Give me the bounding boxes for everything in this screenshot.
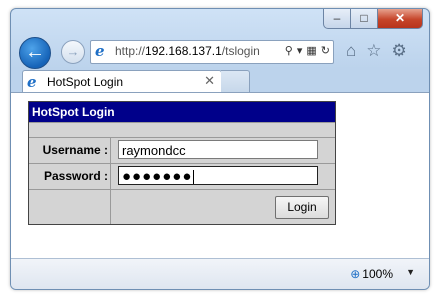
gear-icon[interactable]: ⚙ <box>392 41 407 61</box>
favorites-icon[interactable]: ☆ <box>366 41 381 61</box>
password-mask: ●●●●●●● <box>122 168 193 185</box>
maximize-button[interactable]: □ <box>350 9 378 29</box>
forward-arrow-icon: → <box>66 44 80 59</box>
caption-buttons: – □ ✕ <box>323 9 423 29</box>
empty-label-cell <box>29 190 111 224</box>
zoom-icon: ⊕ <box>350 267 361 281</box>
tab-strip: e HotSpot Login ✕ <box>11 70 429 93</box>
chevron-down-icon[interactable]: ▼ <box>406 267 415 277</box>
status-bar: ⊕ 100% ▼ <box>11 258 429 289</box>
home-icon[interactable]: ⌂ <box>346 41 356 61</box>
back-arrow-icon: ← <box>25 41 45 63</box>
minimize-button[interactable]: – <box>323 9 351 29</box>
browser-window: – □ ✕ ← → e http://192.168.137.1/tslogin… <box>10 8 430 290</box>
zoom-level: 100% <box>362 267 393 281</box>
refresh-icon[interactable]: ↻ <box>321 44 330 57</box>
url-path: /tslogin <box>221 44 260 58</box>
url-host: 192.168.137.1 <box>145 44 222 58</box>
search-icon[interactable]: ⚲ <box>285 44 293 57</box>
button-row: Login <box>29 189 335 224</box>
password-row: Password : ●●●●●●● <box>29 163 335 189</box>
username-input[interactable]: raymondcc <box>118 140 318 159</box>
username-row: Username : raymondcc <box>29 137 335 163</box>
username-label: Username : <box>29 138 111 163</box>
ie-page-icon: e <box>95 42 105 60</box>
forward-button[interactable]: → <box>61 40 85 64</box>
url-scheme: http:// <box>115 44 146 58</box>
close-button[interactable]: ✕ <box>377 9 423 29</box>
page-viewport: HotSpot Login Username : raymondcc Passw… <box>11 92 429 259</box>
tab-hotspot-login[interactable]: e HotSpot Login ✕ <box>22 70 222 93</box>
zoom-control[interactable]: ⊕ 100% <box>350 267 393 281</box>
back-button[interactable]: ← <box>19 37 51 69</box>
close-icon[interactable]: ✕ <box>204 73 215 89</box>
tab-title: HotSpot Login <box>47 75 124 89</box>
login-button[interactable]: Login <box>275 196 329 219</box>
compatibility-view-icon[interactable]: ▦ <box>306 44 316 57</box>
chevron-down-icon[interactable]: ▾ <box>297 44 303 57</box>
password-input[interactable]: ●●●●●●● <box>118 166 318 185</box>
address-bar[interactable]: e http://192.168.137.1/tslogin ⚲ ▾ ▦ ↻ <box>90 40 334 64</box>
text-caret <box>193 170 195 185</box>
new-tab-button[interactable] <box>221 70 250 93</box>
toolbar-icons: ⌂ ☆ ⚙ <box>346 41 407 61</box>
password-label: Password : <box>29 164 111 189</box>
login-heading: HotSpot Login <box>29 102 335 122</box>
login-form: HotSpot Login Username : raymondcc Passw… <box>28 101 336 225</box>
address-url[interactable]: http://192.168.137.1/tslogin <box>115 44 265 58</box>
address-tools: ⚲ ▾ ▦ ↻ <box>285 44 330 57</box>
spacer-row <box>29 122 335 137</box>
ie-page-icon: e <box>27 73 37 91</box>
